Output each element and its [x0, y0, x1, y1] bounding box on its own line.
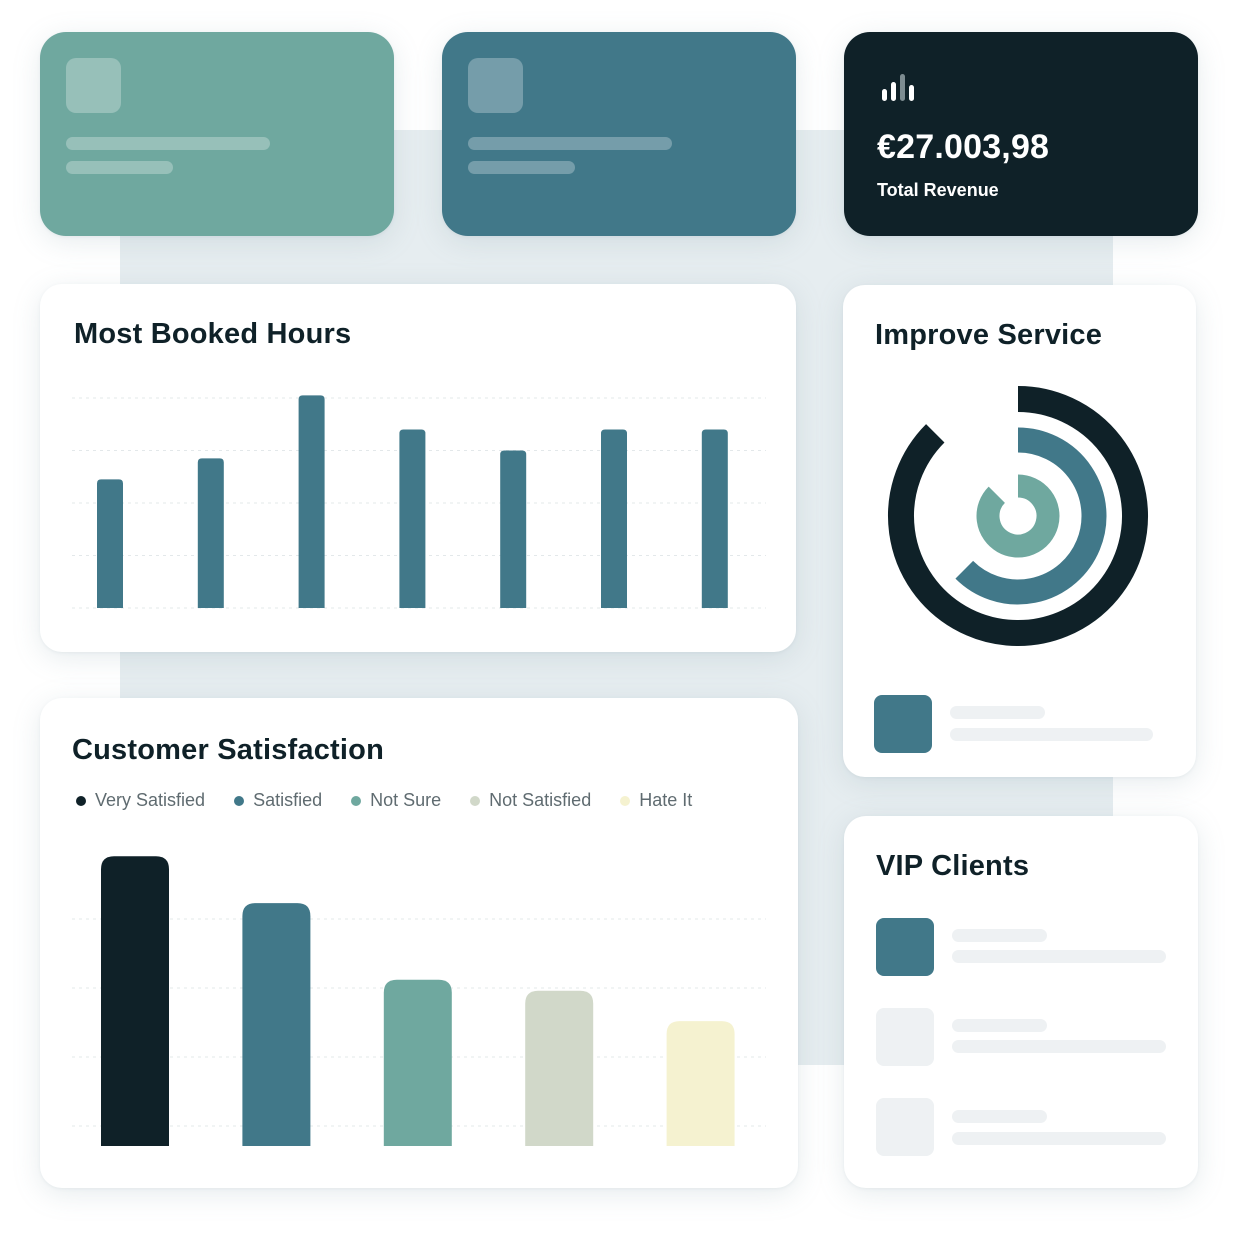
placeholder-line — [952, 929, 1047, 942]
placeholder-line — [952, 950, 1166, 963]
card-title: VIP Clients — [876, 850, 1030, 882]
bar-hate-it[interactable] — [666, 1021, 735, 1146]
placeholder-line — [66, 137, 270, 150]
bar-3[interactable] — [298, 395, 325, 608]
bar-7[interactable] — [701, 429, 728, 609]
customer-satisfaction-card: Customer Satisfaction Very Satisfied Sat… — [40, 698, 798, 1188]
total-revenue-card[interactable]: €27.003,98 Total Revenue — [844, 32, 1198, 236]
bar-4[interactable] — [399, 429, 426, 609]
placeholder-line — [950, 728, 1153, 741]
revenue-value: €27.003,98 — [877, 128, 1050, 166]
placeholder-line — [952, 1040, 1166, 1053]
stat-card-blue[interactable] — [442, 32, 796, 236]
vip-clients-card: VIP Clients — [844, 816, 1198, 1188]
placeholder-icon — [66, 58, 121, 113]
placeholder-line — [468, 161, 575, 174]
placeholder-line — [66, 161, 173, 174]
customer-satisfaction-chart — [72, 856, 766, 1146]
placeholder-line — [468, 137, 672, 150]
revenue-label: Total Revenue — [877, 180, 999, 200]
vip-client-avatar[interactable] — [876, 918, 934, 976]
bar-5[interactable] — [500, 450, 527, 609]
most-booked-hours-chart — [72, 395, 766, 609]
placeholder-line — [952, 1132, 1166, 1145]
bar-very-satisfied[interactable] — [101, 856, 169, 1146]
stat-card-teal[interactable] — [40, 32, 394, 236]
bar-6[interactable] — [601, 429, 627, 609]
bar-not-satisfied[interactable] — [525, 990, 594, 1146]
placeholder-icon — [468, 58, 523, 113]
vip-client-avatar[interactable] — [876, 1008, 934, 1066]
bar-chart-icon — [882, 74, 914, 101]
bar-1[interactable] — [97, 479, 123, 608]
placeholder-line — [952, 1019, 1047, 1032]
bar-satisfied[interactable] — [242, 903, 311, 1146]
list-item-avatar[interactable] — [874, 695, 932, 753]
placeholder-line — [950, 706, 1045, 719]
bar-not-sure[interactable] — [383, 979, 452, 1146]
placeholder-line — [952, 1110, 1047, 1123]
vip-client-avatar[interactable] — [876, 1098, 934, 1156]
most-booked-hours-card: Most Booked Hours — [40, 284, 796, 652]
improve-service-card: Improve Service — [843, 285, 1196, 777]
radial-ring-inner[interactable] — [976, 474, 1060, 558]
bar-2[interactable] — [197, 458, 224, 608]
